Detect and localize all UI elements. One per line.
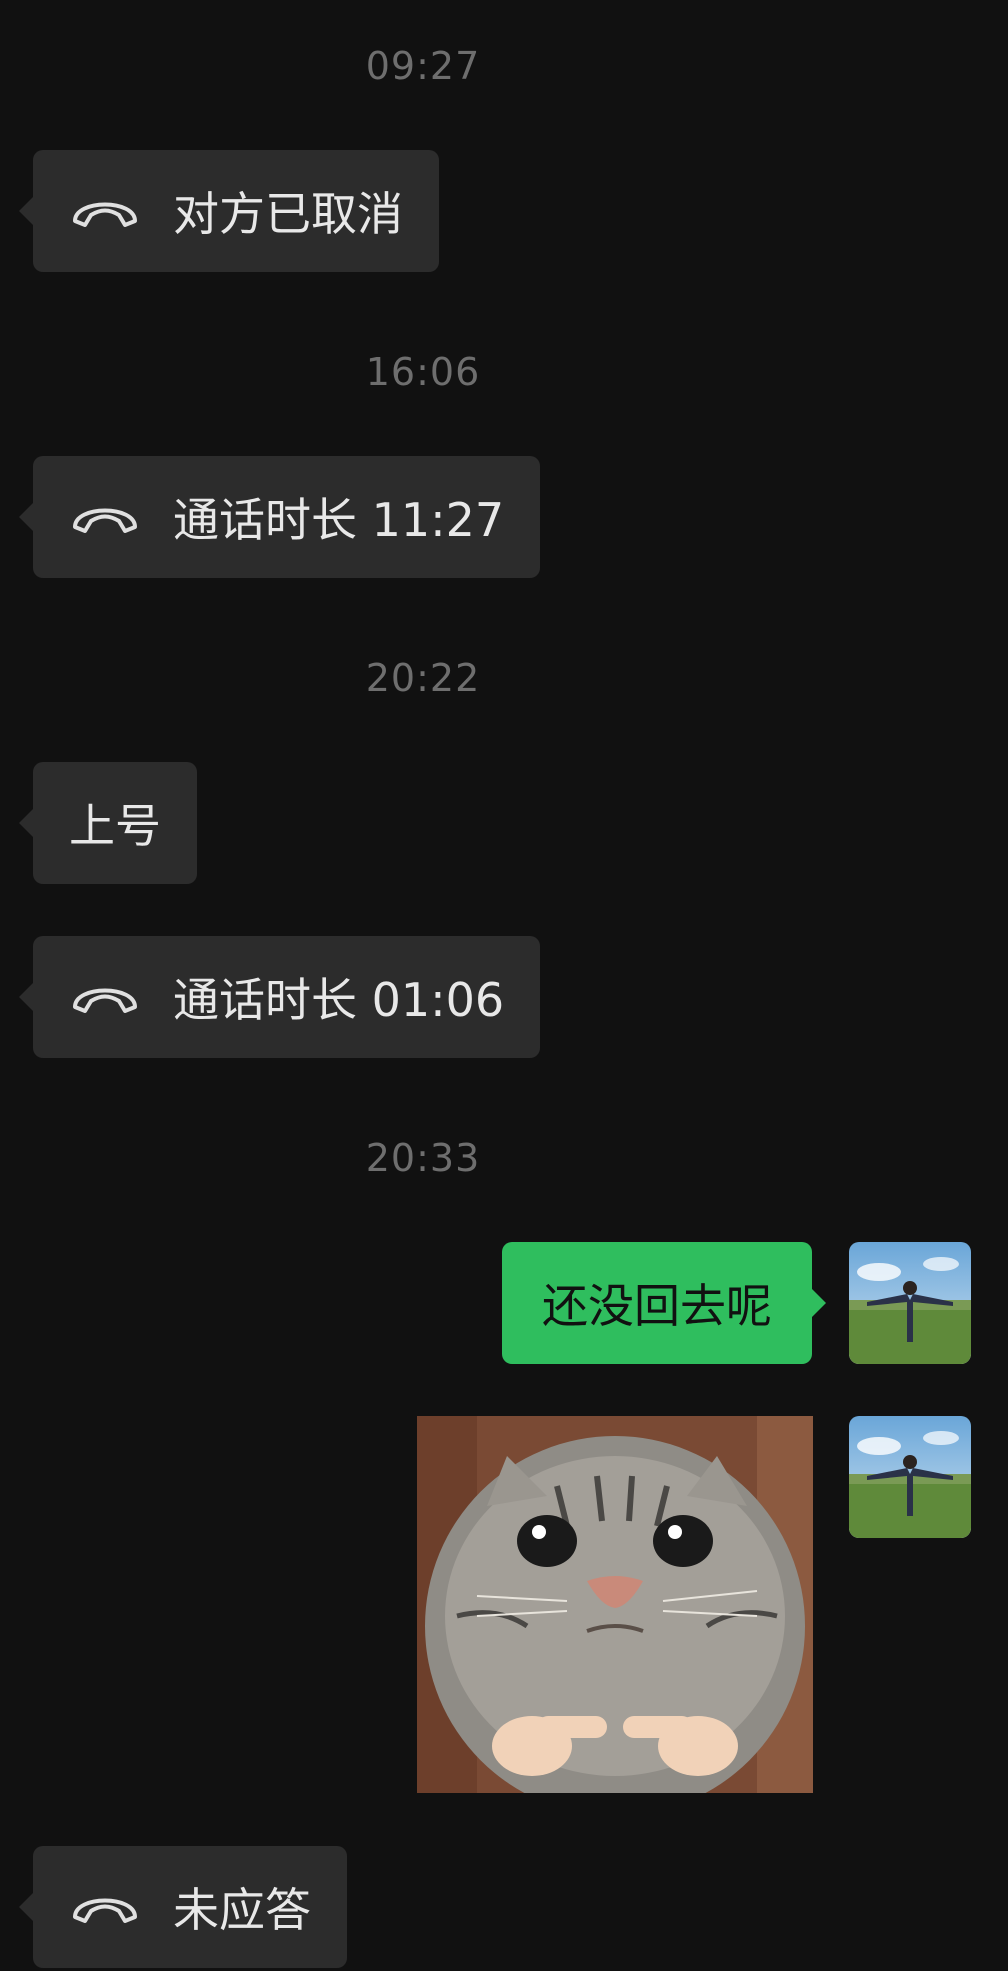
phone-hangup-icon [69, 977, 141, 1017]
message-text: 还没回去呢 [542, 1279, 772, 1333]
call-record-bubble[interactable]: 通话时长 01:06 [18, 936, 541, 1058]
call-record-bubble[interactable]: 未应答 [19, 1846, 347, 1968]
user-avatar[interactable] [849, 1242, 971, 1364]
crying-cat-sticker[interactable] [417, 1416, 813, 1793]
phone-hangup-icon [69, 1887, 141, 1927]
call-duration-text: 通话时长 11:27 [173, 493, 505, 547]
call-record-bubble[interactable]: 对方已取消 [19, 150, 439, 272]
call-status-text: 未应答 [173, 1883, 311, 1937]
message-bubble[interactable]: 上号 [19, 762, 197, 884]
timestamp: 16:06 [365, 350, 481, 394]
phone-hangup-icon [69, 497, 141, 537]
user-avatar[interactable] [849, 1416, 971, 1538]
message-text: 上号 [69, 799, 161, 853]
timestamp: 20:22 [365, 656, 481, 700]
call-record-bubble[interactable]: 通话时长 11:27 [18, 456, 541, 578]
timestamp: 20:33 [365, 1136, 481, 1180]
call-status-text: 对方已取消 [173, 187, 403, 241]
phone-hangup-icon [69, 191, 141, 231]
call-duration-text: 通话时长 01:06 [173, 973, 505, 1027]
timestamp: 09:27 [365, 44, 481, 88]
outgoing-message-bubble[interactable]: 还没回去呢 [502, 1242, 826, 1364]
